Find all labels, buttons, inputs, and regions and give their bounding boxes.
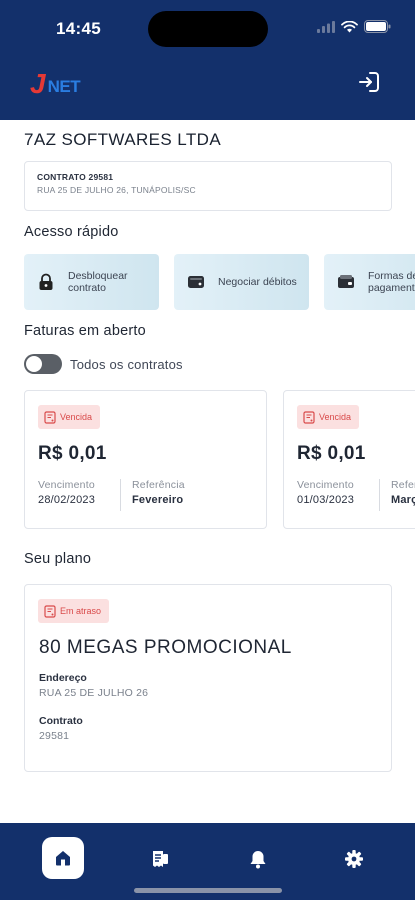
reference-value: Março bbox=[391, 494, 415, 506]
invoice-list[interactable]: Vencida R$ 0,01 Vencimento 28/02/2023 Re… bbox=[24, 390, 415, 530]
toggle-label: Todos os contratos bbox=[70, 356, 183, 372]
contract-address: RUA 25 DE JULHO 26, TUNÁPOLIS/SC bbox=[37, 185, 196, 195]
due-label: Vencimento bbox=[297, 479, 354, 491]
plan-contract-label: Contrato bbox=[39, 715, 83, 727]
plan-status-badge: Em atraso bbox=[38, 599, 110, 623]
all-contracts-toggle[interactable] bbox=[24, 354, 62, 374]
status-badge: Vencida bbox=[38, 405, 101, 429]
wifi-icon bbox=[341, 20, 358, 32]
logo-net: NET bbox=[47, 77, 81, 96]
quick-payment-methods[interactable]: Formas de pagamento bbox=[324, 254, 415, 310]
status-badge: Vencida bbox=[297, 405, 360, 429]
bottom-nav bbox=[0, 823, 415, 900]
dynamic-island bbox=[148, 11, 268, 47]
reference-label: Referência bbox=[391, 479, 415, 491]
your-plan-title: Seu plano bbox=[24, 551, 92, 567]
plan-contract: 29581 bbox=[39, 730, 70, 742]
all-contracts-toggle-row[interactable]: Todos os contratos bbox=[24, 354, 183, 374]
invoice-amount: R$ 0,01 bbox=[297, 443, 366, 464]
quick-label-payment: Formas de pagamento bbox=[368, 270, 415, 294]
lock-icon bbox=[36, 272, 56, 292]
signal-icon bbox=[317, 20, 335, 33]
nav-invoices[interactable] bbox=[148, 847, 172, 871]
meta-divider bbox=[120, 479, 121, 511]
status-text: Vencida bbox=[60, 412, 93, 422]
status-time: 14:45 bbox=[56, 19, 101, 38]
reference-value: Fevereiro bbox=[132, 494, 184, 506]
logout-icon[interactable] bbox=[357, 70, 381, 94]
plan-address-label: Endereço bbox=[39, 672, 87, 684]
wallet-icon bbox=[186, 272, 206, 292]
reference-block: Referência Fevereiro bbox=[132, 479, 185, 506]
plan-card[interactable]: Em atraso 80 MEGAS PROMOCIONAL Endereço … bbox=[24, 584, 392, 772]
gear-icon bbox=[345, 850, 363, 868]
contract-selector[interactable]: CONTRATO 29581 RUA 25 DE JULHO 26, TUNÁP… bbox=[24, 161, 392, 211]
due-block: Vencimento 28/02/2023 bbox=[38, 479, 95, 506]
logo-j: J bbox=[30, 68, 46, 99]
company-name: 7AZ SOFTWARES LTDA bbox=[24, 130, 222, 149]
quick-access-list[interactable]: Desbloquear contrato Negociar débitos Fo… bbox=[24, 254, 415, 310]
due-date: 01/03/2023 bbox=[297, 494, 355, 506]
reference-block: Referência Março bbox=[391, 479, 415, 506]
invoices-icon bbox=[153, 851, 168, 867]
battery-icon bbox=[364, 20, 391, 33]
receipt-alert-icon bbox=[44, 410, 56, 424]
app-header: 14:45 J NET bbox=[0, 0, 415, 120]
home-icon bbox=[56, 851, 70, 866]
quick-access-title: Acesso rápido bbox=[24, 224, 119, 240]
quick-negotiate-debts[interactable]: Negociar débitos bbox=[174, 254, 309, 310]
nav-home[interactable] bbox=[42, 837, 84, 879]
meta-divider bbox=[379, 479, 380, 511]
invoice-amount: R$ 0,01 bbox=[38, 443, 107, 464]
plan-address: RUA 25 DE JULHO 26 bbox=[39, 687, 149, 699]
plan-status-text: Em atraso bbox=[60, 606, 102, 616]
nav-notifications[interactable] bbox=[246, 847, 270, 871]
bell-icon bbox=[250, 851, 266, 869]
quick-label-negotiate: Negociar débitos bbox=[218, 276, 297, 288]
status-bar: 14:45 bbox=[0, 0, 415, 58]
invoice-card[interactable]: Vencida R$ 0,01 Vencimento 01/03/2023 Re… bbox=[283, 390, 415, 529]
toggle-knob bbox=[26, 356, 42, 372]
status-text: Vencida bbox=[319, 412, 352, 422]
home-indicator bbox=[134, 888, 282, 893]
due-date: 28/02/2023 bbox=[38, 494, 96, 506]
plan-name: 80 MEGAS PROMOCIONAL bbox=[39, 637, 292, 658]
invoice-card[interactable]: Vencida R$ 0,01 Vencimento 28/02/2023 Re… bbox=[24, 390, 267, 529]
open-invoices-title: Faturas em aberto bbox=[24, 323, 146, 339]
nav-settings[interactable] bbox=[342, 847, 366, 871]
jnet-logo: J NET bbox=[30, 68, 90, 98]
quick-label-unlock: Desbloquear contrato bbox=[68, 270, 128, 294]
contract-number: CONTRATO 29581 bbox=[37, 172, 114, 182]
reference-label: Referência bbox=[132, 479, 185, 491]
receipt-alert-icon bbox=[303, 410, 315, 424]
due-label: Vencimento bbox=[38, 479, 95, 491]
quick-unlock-contract[interactable]: Desbloquear contrato bbox=[24, 254, 159, 310]
status-icons bbox=[317, 20, 391, 33]
due-block: Vencimento 01/03/2023 bbox=[297, 479, 354, 506]
receipt-alert-icon bbox=[44, 604, 56, 618]
card-icon bbox=[336, 272, 356, 292]
